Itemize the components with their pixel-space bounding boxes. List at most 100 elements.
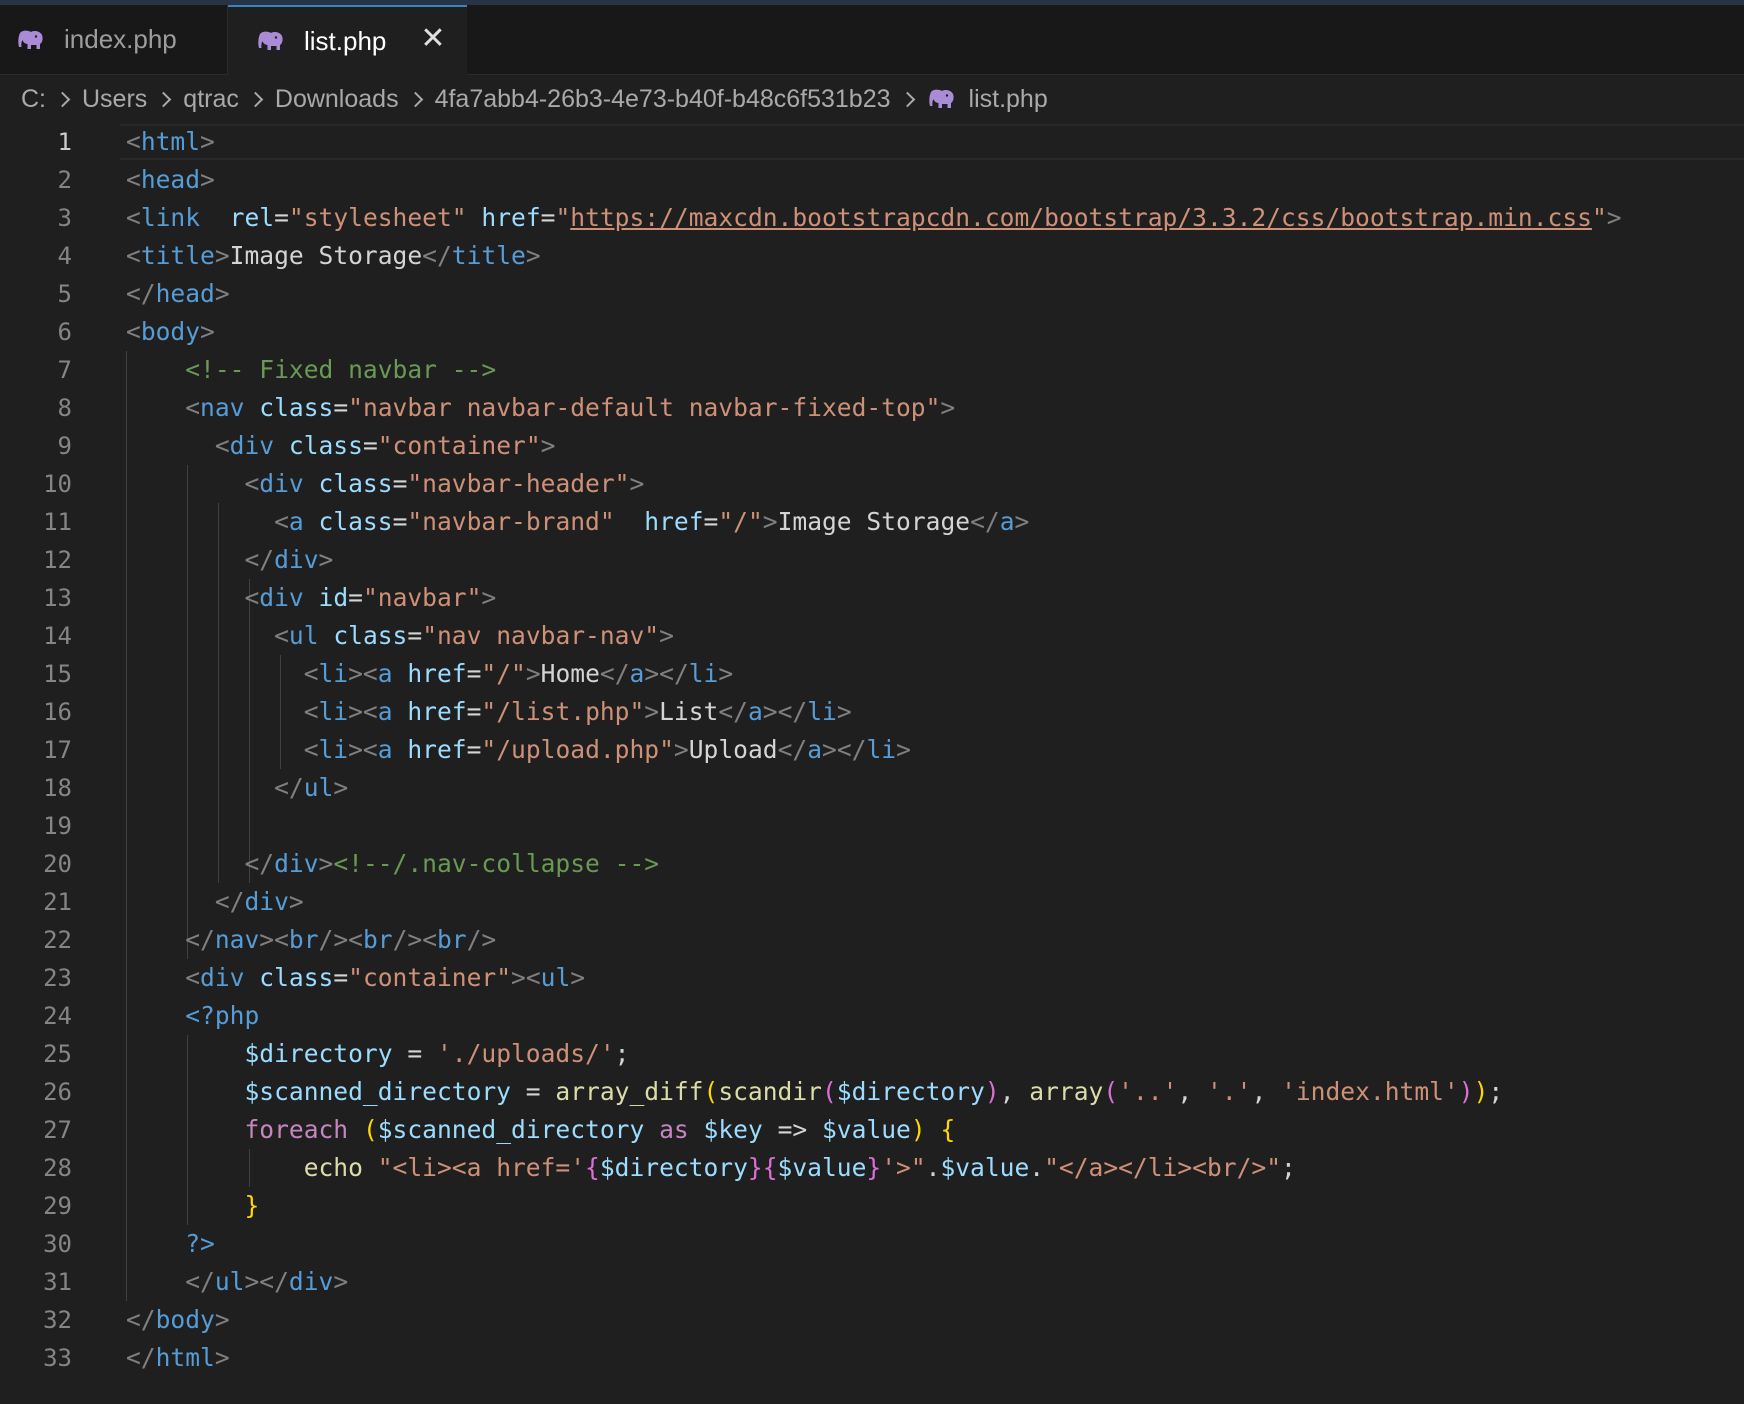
code-line[interactable]: 23 <div class="container"><ul> — [0, 959, 1744, 997]
code-line[interactable]: 16 <li><a href="/list.php">List</a></li> — [0, 693, 1744, 731]
code-token: href — [407, 697, 467, 726]
code-token: > — [629, 469, 645, 498]
code-token: ( — [362, 1115, 378, 1144]
code-line[interactable]: 20 </div><!--/.nav-collapse --> — [0, 845, 1744, 883]
code-line[interactable]: 19 — [0, 807, 1744, 845]
code-token: Upload — [688, 735, 778, 764]
tab-index-php[interactable]: index.php — [0, 5, 228, 74]
breadcrumb-item-qtrac[interactable]: qtrac — [183, 85, 239, 114]
code-line[interactable]: 13 <div id="navbar"> — [0, 579, 1744, 617]
code-line[interactable]: 8 <nav class="navbar navbar-default navb… — [0, 389, 1744, 427]
code-token: div — [244, 887, 289, 916]
code-line[interactable]: 30 ?> — [0, 1225, 1744, 1263]
code-token: , — [999, 1077, 1030, 1106]
code-token: </ — [126, 1305, 156, 1334]
code-line[interactable]: 29 } — [0, 1187, 1744, 1225]
code-line[interactable]: 2 <head> — [0, 161, 1744, 199]
code-line[interactable]: 5 </head> — [0, 275, 1744, 313]
code-token: $value — [777, 1153, 867, 1182]
code-token: $value — [940, 1153, 1030, 1182]
code-token: > — [525, 241, 541, 270]
line-number: 3 — [57, 204, 72, 232]
code-token: > — [288, 887, 304, 916]
code-line[interactable]: 10 <div class="navbar-header"> — [0, 465, 1744, 503]
code-token: "navbar-brand" — [407, 507, 615, 536]
code-token: ) — [1458, 1077, 1474, 1106]
code-token: "</a></li><br/>" — [1044, 1153, 1282, 1182]
code-line[interactable]: 6 <body> — [0, 313, 1744, 351]
code-editor[interactable]: 1 <html> 2 <head> 3 <link rel="stylesheet" hr… — [0, 123, 1744, 1404]
code-line[interactable]: 7 <!-- Fixed navbar --> — [0, 351, 1744, 389]
code-token: < — [274, 507, 289, 536]
code-line[interactable]: 22 </nav><br/><br/><br/> — [0, 921, 1744, 959]
code-line[interactable]: 26 $scanned_directory = array_diff(scand… — [0, 1073, 1744, 1111]
code-token: ( — [821, 1077, 837, 1106]
code-token: </ — [274, 773, 304, 802]
code-text: foreach ($scanned_directory as $key => $… — [126, 1111, 955, 1149]
code-token: ( — [703, 1077, 719, 1106]
code-token: ; — [1281, 1153, 1296, 1182]
code-line[interactable]: 24 <?php — [0, 997, 1744, 1035]
tab-list-php[interactable]: list.php ✕ — [228, 5, 467, 75]
breadcrumb-item-drive[interactable]: C: — [21, 85, 46, 114]
code-line[interactable]: 15 <li><a href="/">Home</a></li> — [0, 655, 1744, 693]
code-line[interactable]: 17 <li><a href="/upload.php">Upload</a><… — [0, 731, 1744, 769]
code-token: }{ — [747, 1153, 778, 1182]
code-text: </head> — [126, 275, 230, 313]
code-token: = — [703, 507, 719, 536]
breadcrumb-item-folder[interactable]: 4fa7abb4-26b3-4e73-b40f-b48c6f531b23 — [435, 85, 891, 114]
code-token: div — [259, 469, 304, 498]
code-text: <title>Image Storage</title> — [126, 237, 541, 275]
code-token: = — [407, 621, 423, 650]
code-line[interactable]: 25 $directory = './uploads/'; — [0, 1035, 1744, 1073]
code-line[interactable]: 21 </div> — [0, 883, 1744, 921]
code-token: rel — [229, 203, 275, 232]
line-number: 5 — [57, 280, 72, 308]
code-line[interactable]: 4 <title>Image Storage</title> — [0, 237, 1744, 275]
breadcrumb-item-users[interactable]: Users — [82, 85, 147, 114]
code-line[interactable]: 18 </ul> — [0, 769, 1744, 807]
code-line[interactable]: 14 <ul class="nav navbar-nav"> — [0, 617, 1744, 655]
code-line[interactable]: 33 </html> — [0, 1339, 1744, 1377]
code-line[interactable]: 31 </ul></div> — [0, 1263, 1744, 1301]
code-token: div — [259, 583, 304, 612]
code-line[interactable]: 12 </div> — [0, 541, 1744, 579]
code-token: = — [511, 1077, 556, 1106]
code-token: > — [481, 583, 497, 612]
code-token: array — [1029, 1077, 1104, 1106]
code-token: "/upload.php" — [481, 735, 674, 764]
code-token: body — [140, 317, 201, 346]
code-token: > — [333, 773, 349, 802]
code-token: as — [659, 1115, 689, 1144]
code-token: > — [1606, 203, 1622, 232]
code-token: </ — [599, 659, 630, 688]
breadcrumb-item-file[interactable]: list.php — [927, 85, 1048, 114]
code-line[interactable]: 28 echo "<li><a href='{$directory}{$valu… — [0, 1149, 1744, 1187]
code-text: <div id="navbar"> — [126, 579, 496, 617]
code-token: '..' — [1118, 1077, 1178, 1106]
code-line[interactable]: 11 <a class="navbar-brand" href="/">Imag… — [0, 503, 1744, 541]
code-line[interactable]: 3 <link rel="stylesheet" href="https://ma… — [0, 199, 1744, 237]
code-text: <div class="container"> — [126, 427, 556, 465]
breadcrumb-item-downloads[interactable]: Downloads — [275, 85, 399, 114]
code-token: head — [140, 165, 201, 194]
line-number: 18 — [43, 774, 72, 802]
code-token: ( — [1103, 1077, 1119, 1106]
code-line[interactable]: 32 </body> — [0, 1301, 1744, 1339]
code-line[interactable]: 1 <html> — [0, 123, 1744, 161]
code-text: <li><a href="/list.php">List</a></li> — [126, 693, 852, 731]
code-token: class — [259, 963, 334, 992]
code-text: echo "<li><a href='{$directory}{$value}'… — [126, 1149, 1296, 1187]
code-line[interactable]: 27 foreach ($scanned_directory as $key =… — [0, 1111, 1744, 1149]
close-icon[interactable]: ✕ — [417, 23, 449, 55]
code-line[interactable]: 9 <div class="container"> — [0, 427, 1744, 465]
